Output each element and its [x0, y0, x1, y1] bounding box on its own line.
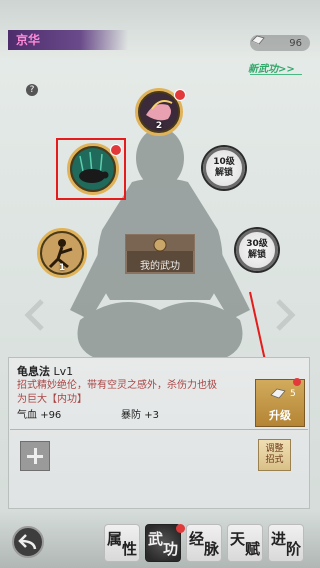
tab-talents[interactable]: 天赋 [227, 524, 263, 562]
new-skill-link[interactable]: 新武功>> [248, 60, 295, 75]
skill-level-top: 2 [155, 121, 163, 131]
resource-count: 96 [289, 37, 302, 49]
alert-dot [293, 378, 301, 386]
book-resource-icon [270, 388, 286, 399]
add-move-slot-button[interactable] [20, 441, 50, 471]
stat-crit-defense: 暴防 +3 [121, 410, 159, 421]
upgrade-cost: 5 [290, 389, 296, 399]
back-arrow-icon [18, 534, 37, 550]
lock-label: 30级 解锁 [246, 239, 268, 260]
prev-arrow-icon[interactable] [20, 297, 48, 333]
new-skill-underline [250, 74, 302, 75]
skill-node-left[interactable]: 1 [37, 228, 87, 278]
alert-dot [174, 89, 186, 101]
upgrade-label: 升级 [269, 409, 291, 422]
tab-attributes[interactable]: 属性 [104, 524, 140, 562]
skill-title: 龟息法 Lv1 [17, 365, 74, 378]
skill-description: 招式精妙绝伦，带有空灵之感外，杀伤力也极为巨大【内功】 [17, 380, 217, 405]
panel-divider [10, 429, 308, 430]
lock-label: 10级 解锁 [213, 157, 235, 178]
alert-dot [176, 524, 185, 533]
locked-node-30[interactable]: 30级 解锁 [236, 229, 278, 271]
skill-level-left: 1 [58, 263, 66, 273]
locked-node-10[interactable]: 10级 解锁 [203, 147, 245, 189]
location-name: 京华 [16, 33, 41, 47]
help-icon[interactable]: ? [26, 84, 38, 96]
skill-node-top[interactable]: 2 [135, 88, 186, 136]
tab-advance[interactable]: 进阶 [268, 524, 304, 562]
back-button[interactable] [12, 526, 44, 558]
selected-skill-highlight [56, 138, 126, 200]
stat-hp: 气血 +96 [17, 410, 62, 421]
my-skills-label: 我的武功 [140, 261, 180, 272]
book-resource-icon [251, 35, 265, 45]
adjust-moves-button[interactable]: 调整 招式 [258, 439, 291, 471]
tab-meridians[interactable]: 经脉 [186, 524, 222, 562]
